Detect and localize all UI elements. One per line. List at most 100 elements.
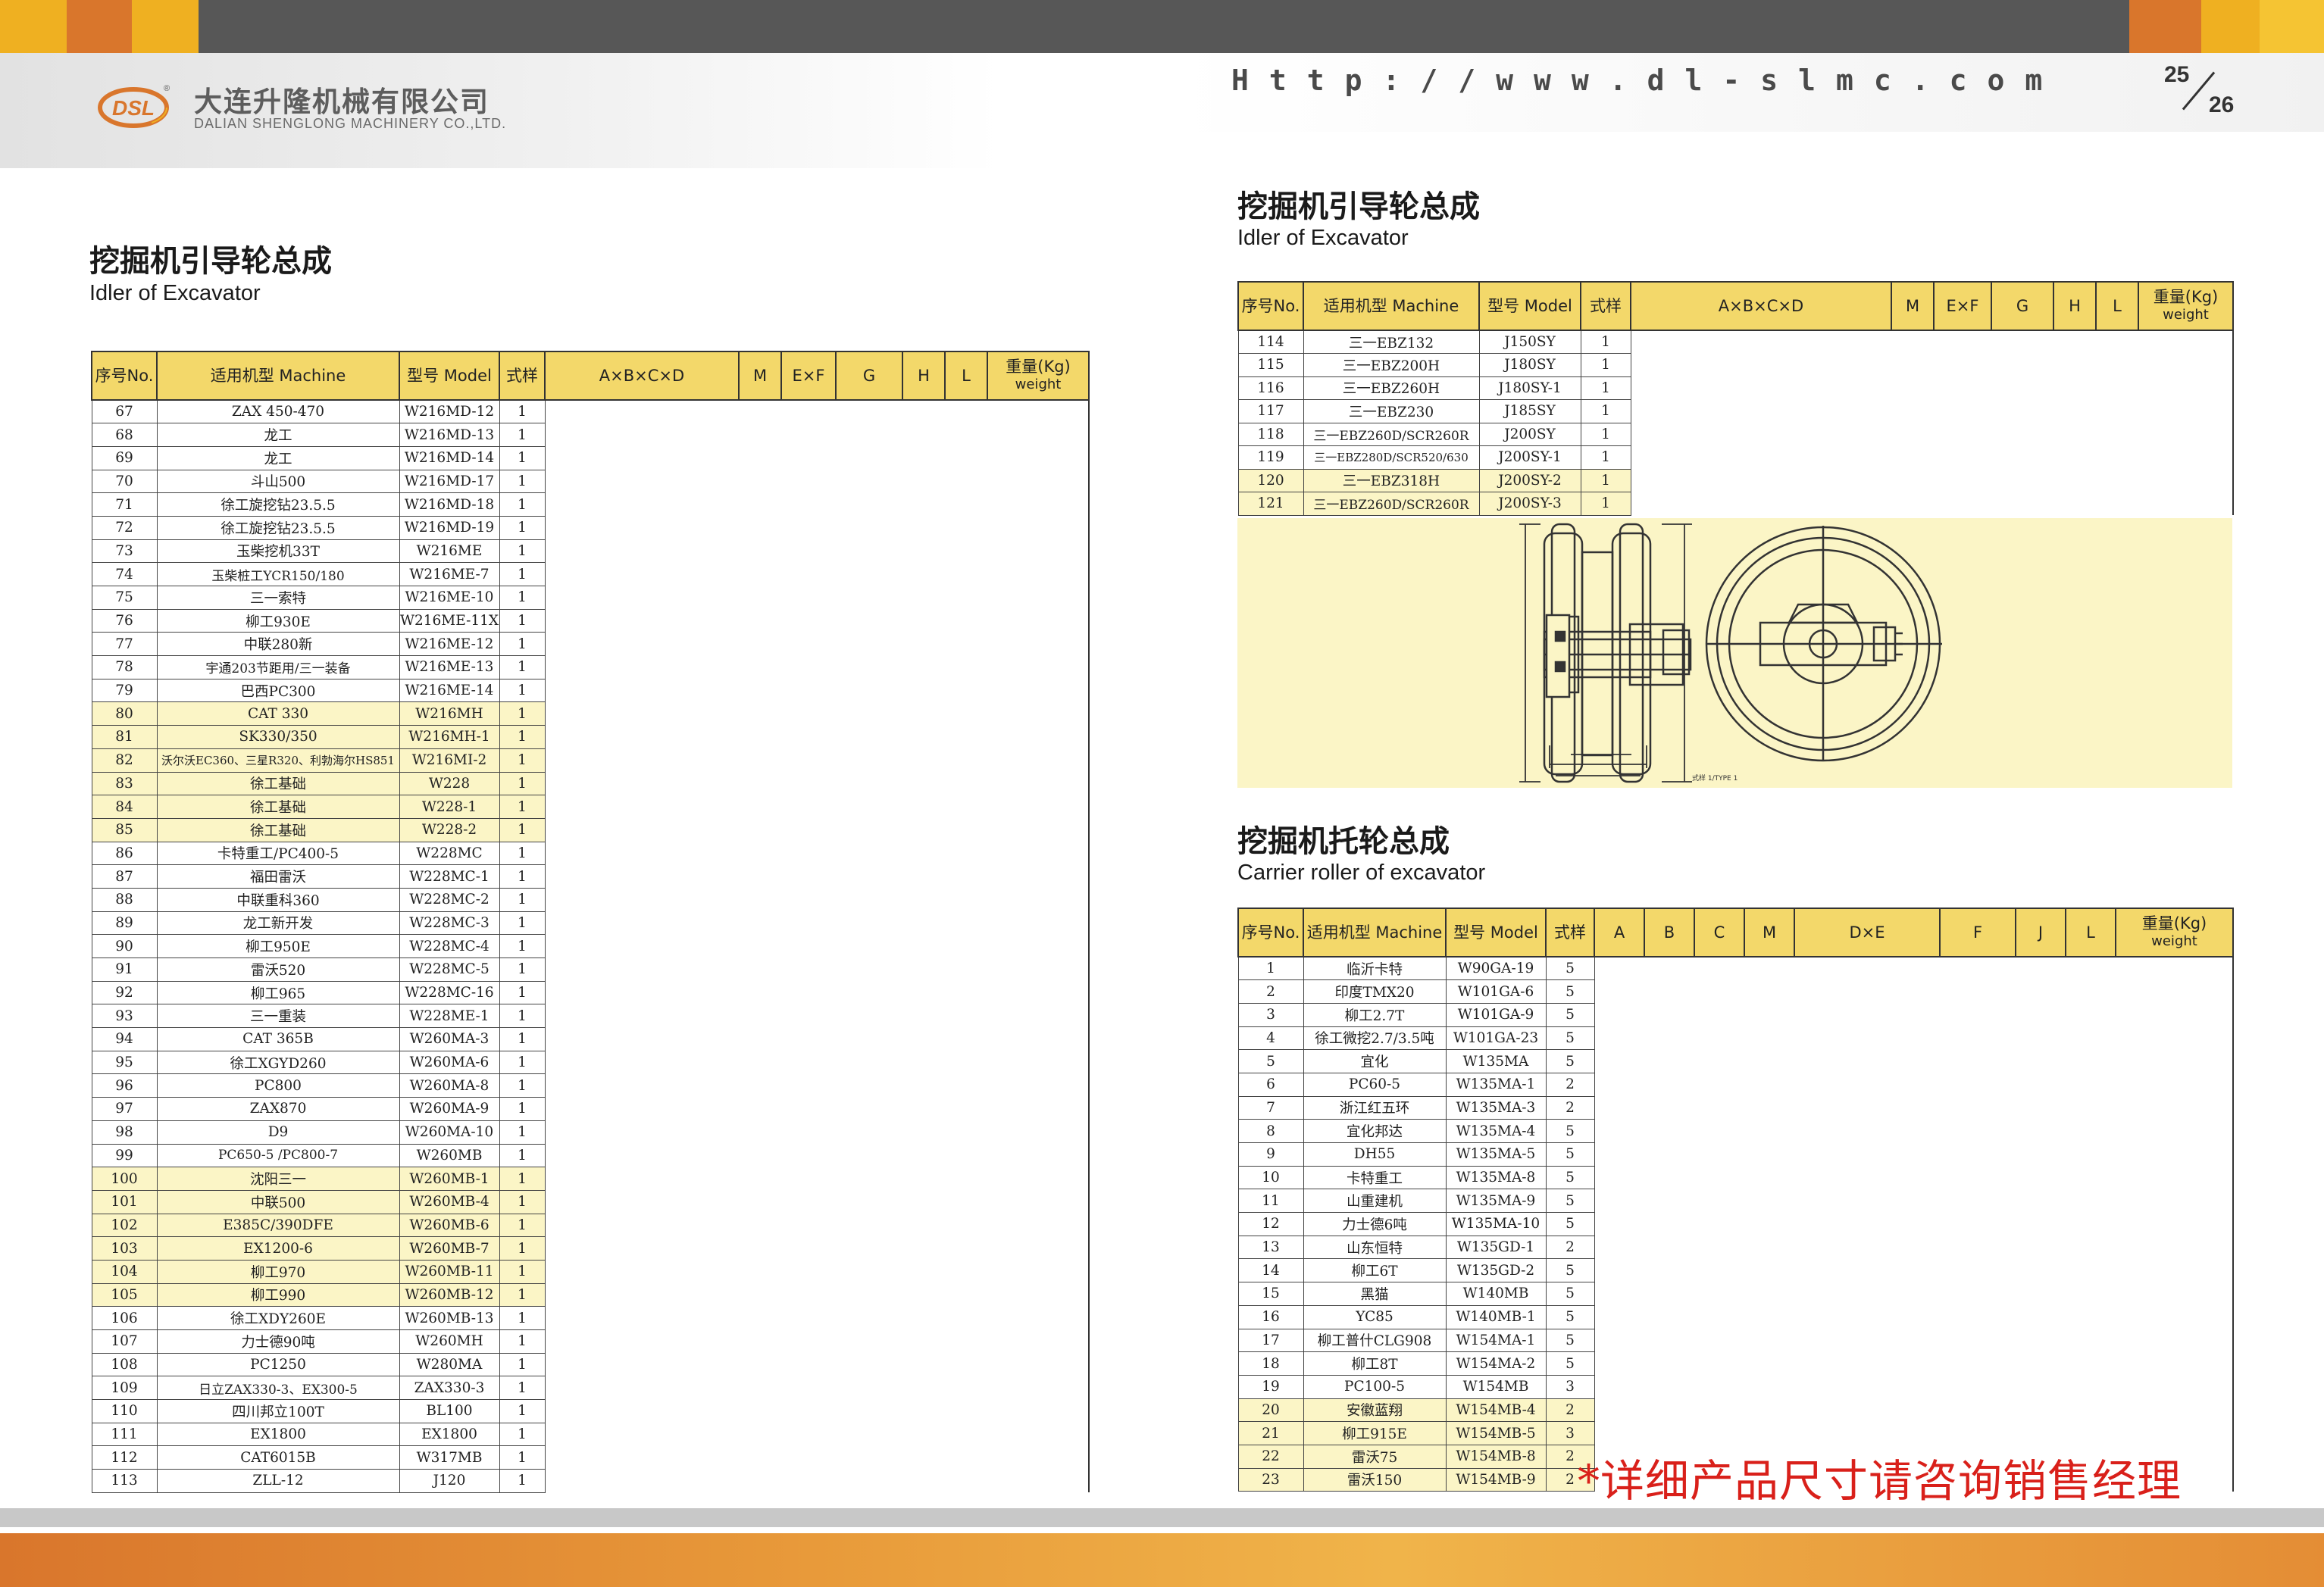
machine-name: CAT 330: [156, 701, 400, 726]
machine-name: 三一索特: [156, 586, 400, 610]
model-code: J180SY: [1478, 353, 1581, 377]
model-code: W90GA-19: [1445, 956, 1547, 981]
row-number: 113: [91, 1469, 158, 1493]
model-code: W216ME: [399, 539, 500, 564]
model-code: W216MD-13: [399, 423, 500, 447]
row-number: 5: [1237, 1049, 1304, 1073]
type-code: 1: [1580, 468, 1631, 492]
row-number: 11: [1237, 1189, 1304, 1214]
machine-name: 力士德90吨: [156, 1329, 400, 1354]
model-code: W154MB-9: [1445, 1467, 1547, 1492]
col-header-model: 型号 Model: [399, 351, 500, 401]
machine-name: 宜化邦达: [1303, 1119, 1447, 1143]
drawing-caption: 式样 1/TYPE 1: [1692, 773, 1738, 783]
type-code: 1: [499, 911, 546, 936]
row-number: 89: [91, 911, 158, 936]
type-code: 2: [1545, 1095, 1595, 1120]
machine-name: 宜化: [1303, 1049, 1447, 1073]
col-header-b: B: [1644, 908, 1695, 958]
col-header-machine: 适用机型 Machine: [1303, 281, 1480, 331]
type-code: 5: [1545, 1002, 1595, 1027]
type-code: 1: [499, 1445, 546, 1470]
col-header-type: 式样: [1580, 281, 1631, 331]
idler-table-left: 序号No. 适用机型 Machine 型号 Model 式样 A×B×C×D M…: [91, 351, 1090, 1493]
type-code: 1: [1580, 445, 1631, 470]
type-code: 1: [499, 864, 546, 889]
idler-front-view: [1705, 526, 1942, 762]
row-number: 19: [1237, 1374, 1304, 1399]
machine-name: CAT 365B: [156, 1027, 400, 1051]
type-code: 5: [1545, 1212, 1595, 1236]
row-number: 111: [91, 1422, 158, 1447]
empty-dimensions-area: [544, 400, 1090, 1493]
col-header-g: G: [1991, 281, 2054, 331]
type-code: 1: [1580, 399, 1631, 423]
idler-table-right: 序号No. 适用机型 Machine 型号 Model 式样 A×B×C×D M…: [1237, 281, 2234, 516]
row-number: 76: [91, 608, 158, 633]
type-code: 1: [499, 632, 546, 657]
machine-name: 斗山500: [156, 469, 400, 494]
model-code: W228MC-16: [399, 980, 500, 1005]
type-code: 5: [1545, 956, 1595, 981]
type-code: 1: [499, 423, 546, 447]
type-code: 1: [499, 515, 546, 540]
model-code: J200SY-2: [1478, 468, 1581, 492]
type-code: 5: [1545, 1189, 1595, 1214]
top-band-accent: [2260, 0, 2324, 53]
type-code: 5: [1545, 1282, 1595, 1306]
model-code: W216MD-14: [399, 445, 500, 470]
machine-name: 宇通203节距用/三一装备: [156, 655, 400, 679]
row-number: 74: [91, 562, 158, 586]
row-number: 100: [91, 1167, 158, 1191]
col-header-machine: 适用机型 Machine: [156, 351, 400, 401]
machine-name: 柳工8T: [1303, 1351, 1447, 1376]
type-code: 1: [1580, 422, 1631, 446]
type-code: 1: [499, 1422, 546, 1447]
model-code: W135GD-1: [1445, 1235, 1547, 1260]
website-url[interactable]: Http://www.dl-slmc.com: [1231, 64, 2063, 97]
carrier-title-en: Carrier roller of excavator: [1237, 861, 1486, 885]
type-code: 1: [499, 771, 546, 796]
machine-name: 雷沃75: [1303, 1444, 1447, 1469]
row-number: 3: [1237, 1002, 1304, 1027]
model-code: W228MC-3: [399, 911, 500, 936]
machine-name: ZLL-12: [156, 1469, 400, 1493]
left-title-en: Idler of Excavator: [89, 281, 261, 305]
type-code: 5: [1545, 1258, 1595, 1283]
col-header-g: G: [835, 351, 903, 401]
model-code: W216ME-12: [399, 632, 500, 657]
type-code: 1: [499, 586, 546, 610]
row-number: 72: [91, 515, 158, 540]
row-number: 106: [91, 1306, 158, 1330]
machine-name: DH55: [1303, 1142, 1447, 1167]
model-code: W135MA: [1445, 1049, 1547, 1073]
row-number: 68: [91, 423, 158, 447]
row-number: 121: [1237, 492, 1304, 516]
machine-name: 福田雷沃: [156, 864, 400, 889]
row-number: 117: [1237, 399, 1304, 423]
type-code: 1: [499, 1376, 546, 1401]
type-code: 1: [1580, 330, 1631, 354]
model-code: W135MA-10: [1445, 1212, 1547, 1236]
type-code: 1: [499, 1213, 546, 1238]
type-code: 1: [499, 1469, 546, 1493]
machine-name: 柳工915E: [1303, 1421, 1447, 1445]
col-header-m: M: [1744, 908, 1795, 958]
type-code: 5: [1545, 1304, 1595, 1329]
col-header-type: 式样: [1545, 908, 1595, 958]
col-header-a: A: [1594, 908, 1645, 958]
type-code: 2: [1545, 1235, 1595, 1260]
model-code: W216ME-7: [399, 562, 500, 586]
machine-name: 山重建机: [1303, 1189, 1447, 1214]
machine-name: 三一EBZ230: [1303, 399, 1480, 423]
type-code: 1: [1580, 492, 1631, 516]
row-number: 20: [1237, 1398, 1304, 1423]
top-band-accent: [2201, 0, 2260, 53]
machine-name: 柳工2.7T: [1303, 1002, 1447, 1027]
model-code: W228-1: [399, 795, 500, 819]
machine-name: 沃尔沃EC360、三星R320、利勃海尔HS851: [156, 748, 400, 773]
machine-name: D9: [156, 1120, 400, 1145]
model-code: W260MB-12: [399, 1282, 500, 1307]
row-number: 86: [91, 841, 158, 866]
row-number: 91: [91, 958, 158, 982]
